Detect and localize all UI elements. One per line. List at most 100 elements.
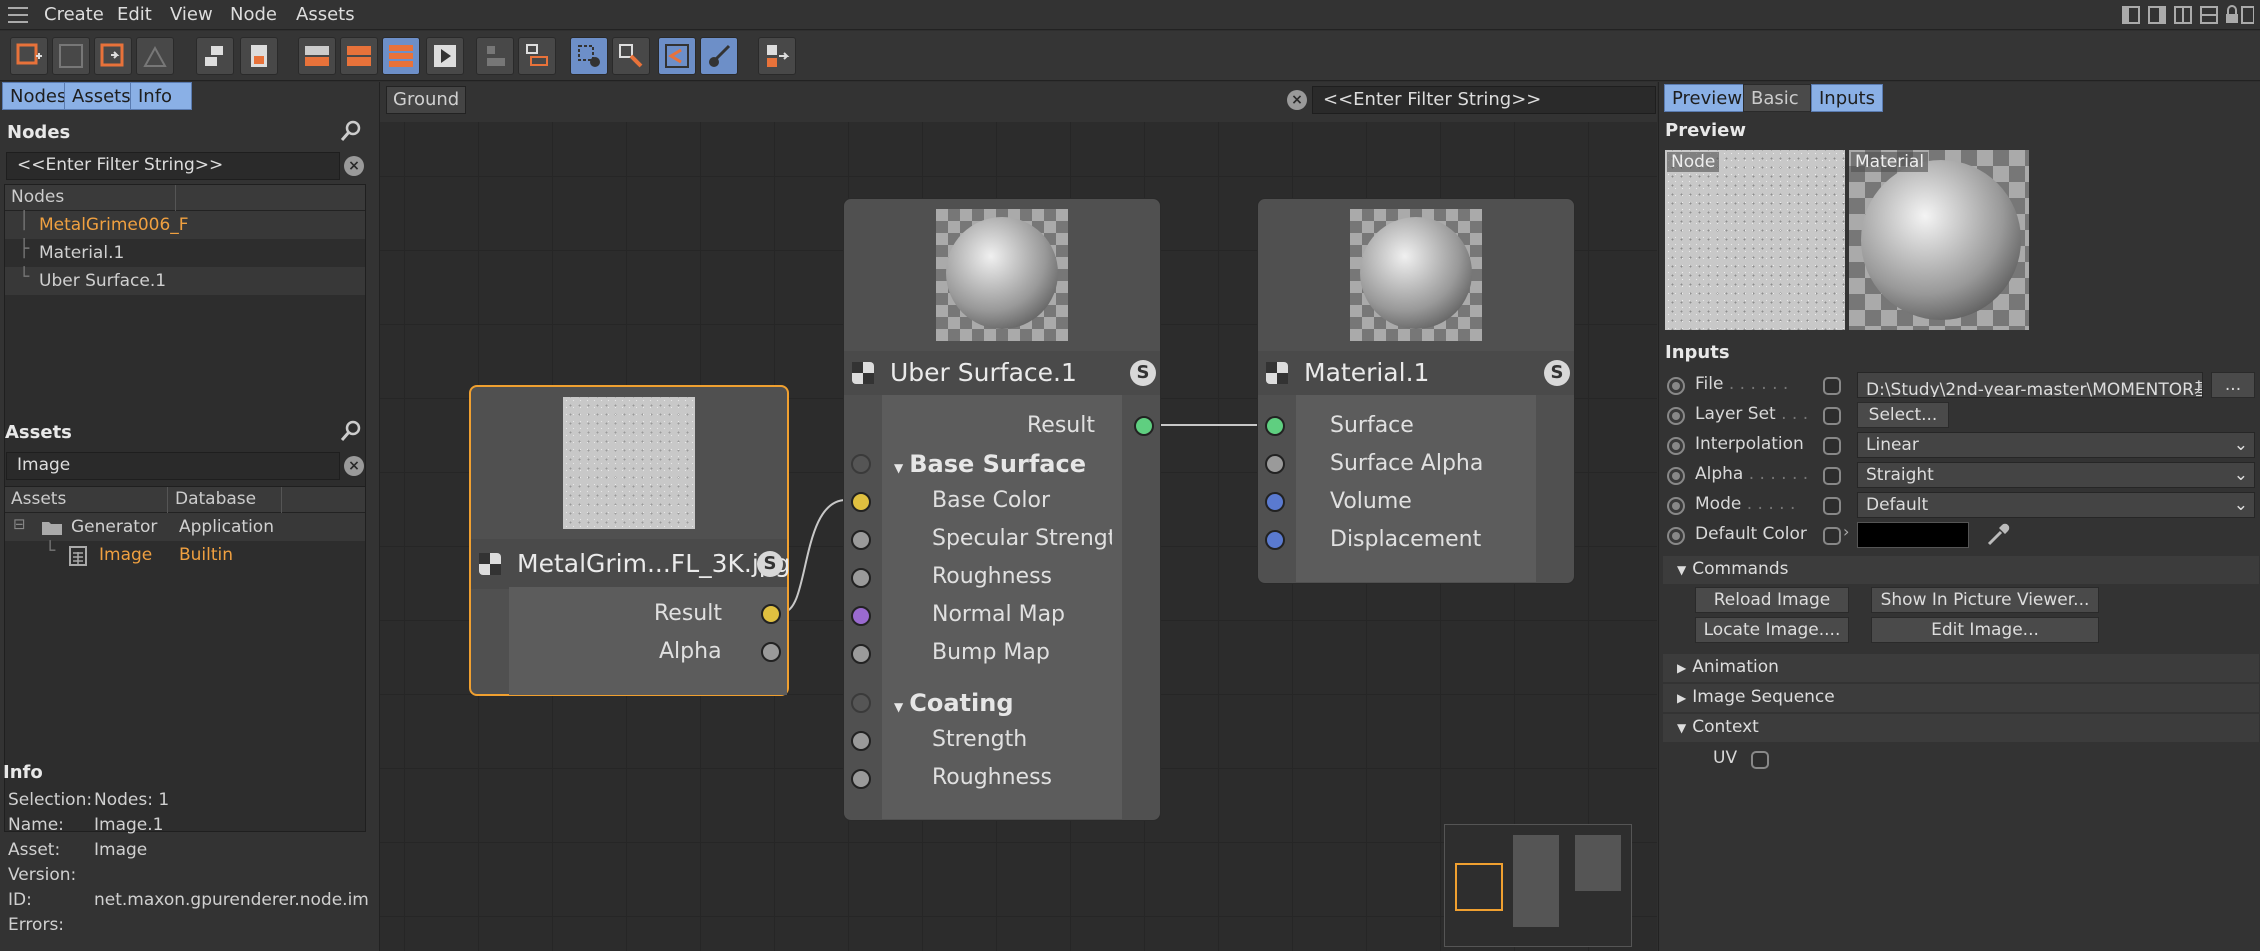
- input-label-mode: Mode . . . . .: [1695, 494, 1796, 514]
- file-path-field[interactable]: D:\Study\2nd-year-master\MOMENTOR基: [1857, 372, 2203, 398]
- port-label-surface: Surface: [1330, 413, 1414, 438]
- input-label-default-color: Default Color: [1695, 524, 1807, 544]
- image-node-title: MetalGrim...FL_3K.jpg: [517, 549, 791, 578]
- input-port-bump-map[interactable]: [851, 644, 871, 664]
- material-preview-thumbnail: [1350, 209, 1482, 341]
- reload-image-button[interactable]: Reload Image: [1695, 587, 1849, 613]
- minimap-material-node: [1575, 835, 1621, 891]
- animate-radio[interactable]: [1667, 377, 1685, 395]
- port-label-volume: Volume: [1330, 489, 1412, 514]
- input-port-displacement[interactable]: [1265, 530, 1285, 550]
- interpolation-dropdown[interactable]: Linear ⌄: [1857, 432, 2255, 458]
- animate-radio[interactable]: [1667, 467, 1685, 485]
- sphere-preview: [1861, 160, 2021, 320]
- input-label-layer-set: Layer Set . . .: [1695, 404, 1809, 424]
- material-node[interactable]: Material.1 S Surface Surface Alpha Volum…: [1257, 198, 1575, 584]
- input-port-surface[interactable]: [1265, 416, 1285, 436]
- checker-icon: [1266, 362, 1288, 384]
- uber-preview-thumbnail: [936, 209, 1068, 341]
- port-label-roughness: Roughness: [932, 564, 1053, 589]
- preview-label-material: Material: [1851, 152, 1929, 172]
- animate-radio[interactable]: [1667, 527, 1685, 545]
- uber-node-title: Uber Surface.1: [890, 358, 1077, 387]
- keyframe-toggle[interactable]: [1823, 437, 1841, 455]
- section-port[interactable]: [851, 454, 871, 474]
- animate-radio[interactable]: [1667, 407, 1685, 425]
- keyframe-toggle[interactable]: [1823, 377, 1841, 395]
- port-label-strength: Strength: [932, 727, 1028, 752]
- material-node-header: Material.1 S: [1258, 351, 1574, 395]
- input-label-interpolation: Interpolation: [1695, 434, 1804, 454]
- eyedropper-icon[interactable]: [1985, 522, 2011, 548]
- tab-basic[interactable]: Basic: [1743, 84, 1811, 112]
- output-port-result[interactable]: [1134, 416, 1154, 436]
- default-color-swatch[interactable]: [1857, 522, 1969, 548]
- chevron-down-icon: ⌄: [2233, 465, 2248, 485]
- animate-radio[interactable]: [1667, 497, 1685, 515]
- image-sequence-group-header[interactable]: ▶ Image Sequence: [1663, 684, 2259, 712]
- input-port-surface-alpha[interactable]: [1265, 454, 1285, 474]
- uv-toggle[interactable]: [1751, 751, 1769, 769]
- port-label-normal-map: Normal Map: [932, 602, 1066, 627]
- solo-s-icon[interactable]: S: [757, 551, 783, 577]
- sphere-preview: [946, 217, 1058, 329]
- inputs-heading: Inputs: [1665, 342, 1730, 363]
- minimap-uber-node: [1513, 835, 1559, 927]
- uv-label: UV: [1713, 748, 1738, 768]
- chevron-down-icon: ⌄: [2233, 435, 2248, 455]
- port-label-coating-roughness: Roughness: [932, 765, 1053, 790]
- sphere-preview: [1360, 217, 1472, 329]
- port-label-result: Result: [1027, 413, 1095, 438]
- image-node-header: MetalGrim...FL_3K.jpg S: [471, 539, 791, 589]
- section-port[interactable]: [851, 693, 871, 713]
- animate-radio[interactable]: [1667, 437, 1685, 455]
- navigator-minimap[interactable]: [1444, 824, 1632, 947]
- alpha-dropdown[interactable]: Straight ⌄: [1857, 462, 2255, 488]
- locate-image-button[interactable]: Locate Image....: [1695, 617, 1849, 643]
- solo-s-icon[interactable]: S: [1544, 360, 1570, 386]
- image-node-body: [509, 587, 787, 695]
- context-group-header[interactable]: ▼ Context: [1663, 714, 2259, 742]
- uber-surface-node[interactable]: Uber Surface.1 S Result ▼ Base Surface Ba…: [843, 198, 1161, 821]
- output-port-result[interactable]: [761, 604, 781, 624]
- checker-icon: [852, 362, 874, 384]
- port-label-result: Result: [654, 601, 722, 626]
- attribute-panel: Preview Basic Inputs Preview Node Materi…: [1658, 82, 2260, 951]
- animation-group-header[interactable]: ▶ Animation: [1663, 654, 2259, 682]
- mode-dropdown[interactable]: Default ⌄: [1857, 492, 2255, 518]
- input-port-base-color[interactable]: [851, 492, 871, 512]
- tab-preview[interactable]: Preview: [1664, 84, 1751, 112]
- input-port-coating-roughness[interactable]: [851, 769, 871, 789]
- solo-s-icon[interactable]: S: [1130, 360, 1156, 386]
- material-node-title: Material.1: [1304, 358, 1430, 387]
- port-label-bump-map: Bump Map: [932, 640, 1050, 665]
- section-base-surface[interactable]: ▼ Base Surface: [894, 450, 1086, 478]
- section-coating[interactable]: ▼ Coating: [894, 689, 1014, 717]
- keyframe-toggle[interactable]: [1823, 527, 1841, 545]
- keyframe-toggle[interactable]: [1823, 467, 1841, 485]
- keyframe-toggle[interactable]: [1823, 497, 1841, 515]
- input-port-volume[interactable]: [1265, 492, 1285, 512]
- input-port-roughness[interactable]: [851, 568, 871, 588]
- tab-inputs[interactable]: Inputs: [1811, 84, 1883, 112]
- wire-result-basecolor[interactable]: [782, 499, 847, 613]
- input-port-normal-map[interactable]: [851, 606, 871, 626]
- image-node[interactable]: MetalGrim...FL_3K.jpg S Result Alpha: [469, 385, 791, 696]
- port-label-specular-strength: Specular Strength: [932, 526, 1112, 551]
- minimap-image-node: [1455, 863, 1503, 911]
- layer-set-select-button[interactable]: Select...: [1857, 402, 1949, 428]
- preview-label-node: Node: [1667, 152, 1720, 172]
- input-port-strength[interactable]: [851, 731, 871, 751]
- port-label-surface-alpha: Surface Alpha: [1330, 451, 1484, 476]
- expand-arrow-icon[interactable]: ›: [1843, 522, 1849, 541]
- input-label-file: File . . . . . .: [1695, 374, 1789, 394]
- image-thumbnail: [563, 397, 695, 529]
- output-port-alpha[interactable]: [761, 642, 781, 662]
- file-browse-button[interactable]: ...: [2211, 372, 2255, 398]
- keyframe-toggle[interactable]: [1823, 407, 1841, 425]
- chevron-down-icon: ⌄: [2233, 495, 2248, 515]
- commands-group-header[interactable]: ▼ Commands: [1663, 556, 2259, 584]
- edit-image-button[interactable]: Edit Image...: [1871, 617, 2099, 643]
- show-in-picture-viewer-button[interactable]: Show In Picture Viewer...: [1871, 587, 2099, 613]
- input-port-specular-strength[interactable]: [851, 530, 871, 550]
